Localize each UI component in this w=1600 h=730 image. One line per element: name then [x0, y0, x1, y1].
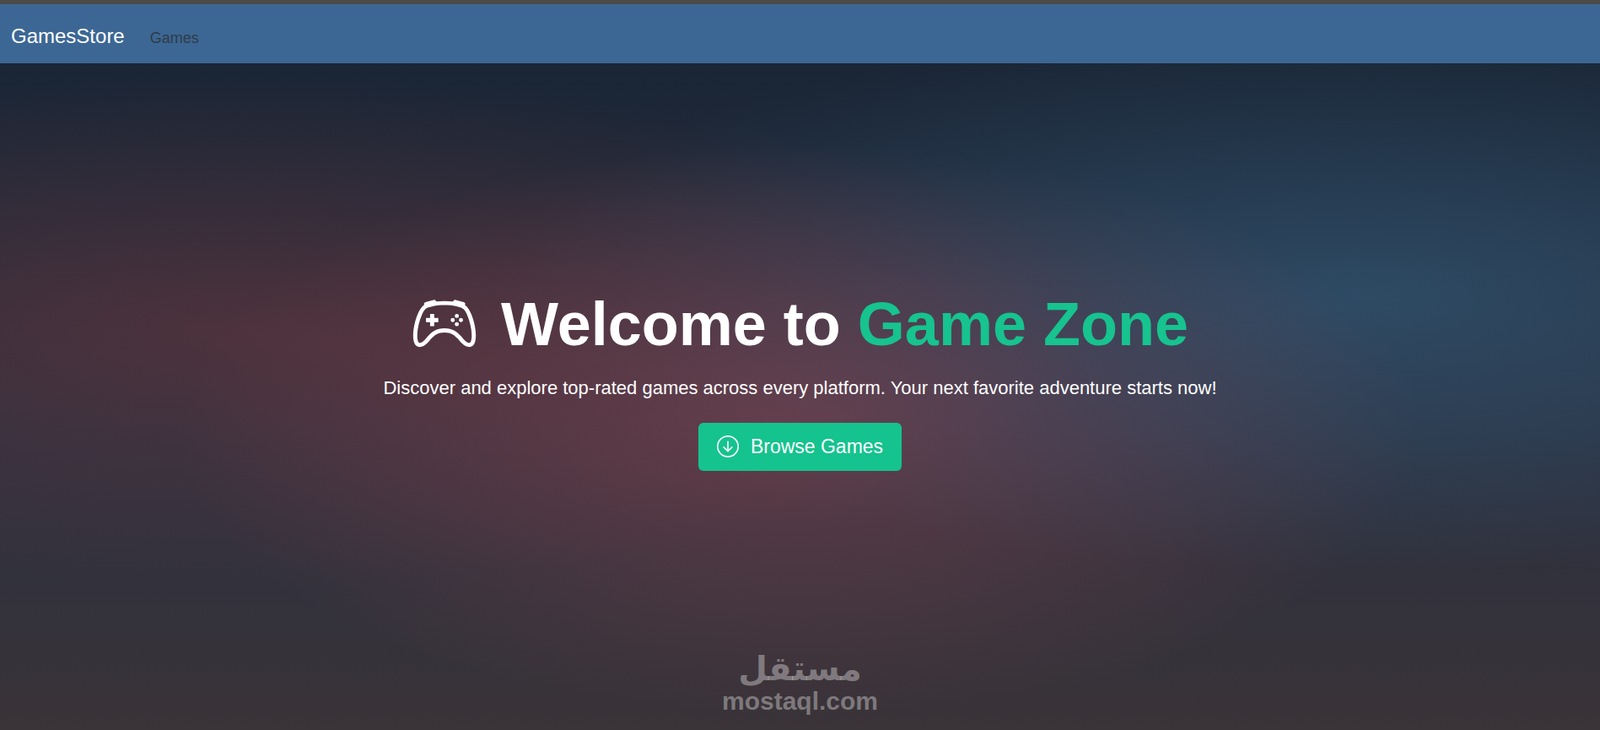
browse-button[interactable]: Browse Games [698, 422, 902, 471]
page: GamesStore Games Welcome to Game Zone Disco… [0, 0, 1600, 730]
watermark: مستقلmostaql.com [721, 649, 879, 715]
gamepad-icon [411, 290, 478, 357]
watermark-domain: mostaql.com [721, 686, 879, 715]
download-icon [716, 435, 739, 458]
watermark-logo: مستقل [738, 649, 862, 687]
button-label: Browse Games [750, 435, 884, 458]
title-text: Welcome to Game Zone [501, 289, 1189, 359]
hero-subtitle: Discover and explore top-rated games acr… [382, 377, 1217, 399]
title-highlight: Game Zone [857, 290, 1189, 358]
brand[interactable]: GamesStore [10, 24, 125, 49]
hero-title: Welcome to Game Zone [411, 289, 1189, 359]
nav-link[interactable]: Games [150, 26, 200, 48]
navbar: GamesStore Games [0, 4, 1600, 64]
hero: Welcome to Game Zone Discover and explore… [0, 63, 1600, 730]
